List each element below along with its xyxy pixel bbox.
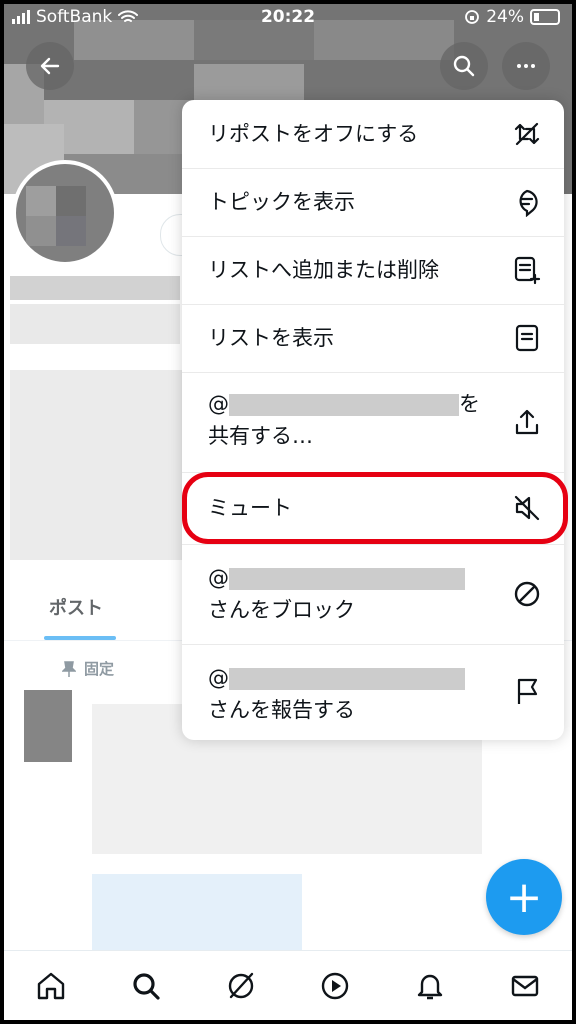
more-options-menu: リポストをオフにする トピックを表示 リストへ追加または削除 リストを表示 @ を… xyxy=(182,100,564,740)
menu-item-label: リストを表示 xyxy=(208,326,334,350)
menu-item-report[interactable]: @ さんを報告する xyxy=(182,644,564,740)
share-icon xyxy=(510,405,544,439)
block-icon xyxy=(510,577,544,611)
notifications-icon[interactable] xyxy=(410,966,450,1006)
menu-item-label: @ さんをブロック xyxy=(208,562,465,626)
menu-item-block[interactable]: @ さんをブロック xyxy=(182,544,564,645)
handle-redacted xyxy=(229,668,465,690)
handle-prefix: @ xyxy=(208,666,229,690)
messages-icon[interactable] xyxy=(505,966,545,1006)
menu-item-label: リポストをオフにする xyxy=(208,122,419,146)
rotation-lock-icon xyxy=(465,10,480,24)
menu-item-label: @ さんを報告する xyxy=(208,662,465,726)
handle-redacted xyxy=(229,568,465,590)
bottom-navigation xyxy=(4,950,572,1020)
topic-icon xyxy=(510,185,544,219)
handle-prefix: @ xyxy=(208,392,229,416)
menu-item-repost-off[interactable]: リポストをオフにする xyxy=(182,100,564,169)
battery-percent: 24% xyxy=(486,7,524,27)
menu-item-label: リストへ追加または削除 xyxy=(208,258,439,282)
mute-highlight-outline xyxy=(182,472,568,544)
repost-off-icon xyxy=(510,117,544,151)
menu-item-share[interactable]: @ を 共有する… xyxy=(182,372,564,473)
menu-item-show-topics[interactable]: トピックを表示 xyxy=(182,168,564,237)
video-icon[interactable] xyxy=(315,966,355,1006)
menu-item-add-remove-list[interactable]: リストへ追加または削除 xyxy=(182,236,564,305)
grok-icon[interactable] xyxy=(221,966,261,1006)
status-bar: SoftBank 20:22 24% xyxy=(4,4,572,30)
list-icon xyxy=(510,321,544,355)
share-text: 共有する… xyxy=(208,424,313,448)
report-text: さんを報告する xyxy=(208,698,355,722)
search-nav-icon[interactable] xyxy=(126,966,166,1006)
menu-item-label: @ を 共有する… xyxy=(208,388,480,452)
screen: SoftBank 20:22 24% ポスト 固定 リポストをオフにする トピッ… xyxy=(4,4,572,1020)
home-icon[interactable] xyxy=(31,966,71,1006)
menu-item-view-lists[interactable]: リストを表示 xyxy=(182,304,564,373)
handle-redacted xyxy=(229,394,459,416)
list-add-icon xyxy=(510,253,544,287)
compose-button[interactable]: + xyxy=(486,859,562,935)
flag-icon xyxy=(510,674,544,708)
battery-icon xyxy=(530,9,560,25)
menu-item-label: トピックを表示 xyxy=(208,190,355,214)
handle-prefix: @ xyxy=(208,566,229,590)
block-text: さんをブロック xyxy=(208,598,355,622)
handle-suffix: を xyxy=(459,392,480,416)
